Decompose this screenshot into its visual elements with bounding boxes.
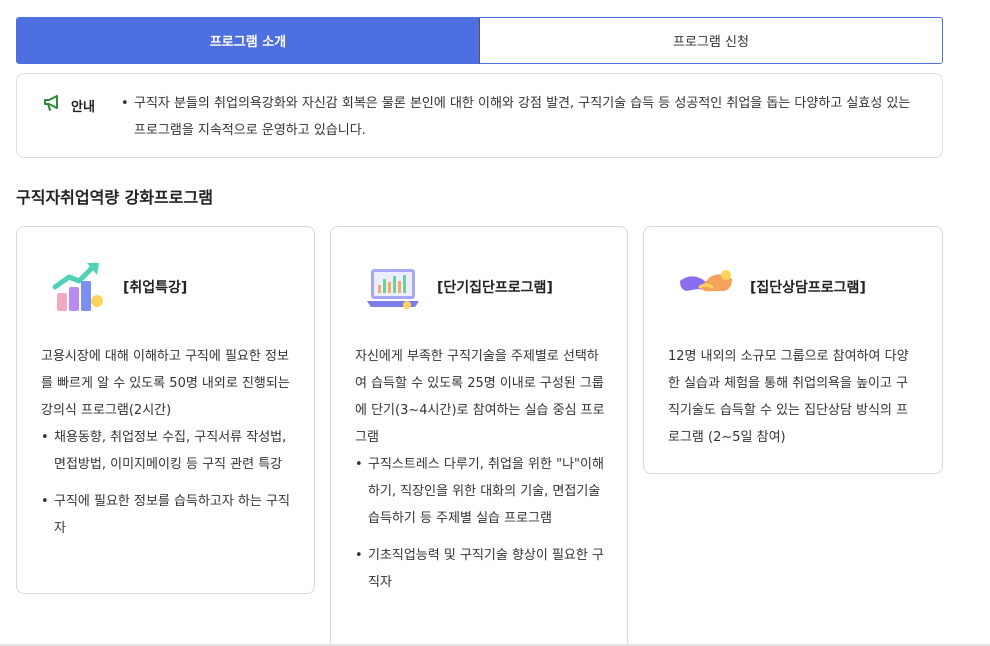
list-item: 기초직업능력 및 구직기술 향상이 필요한 구직자 (355, 542, 605, 596)
program-card-lecture: [취업특강] 고용시장에 대해 이해하고 구직에 필요한 정보를 빠르게 알 수… (16, 226, 315, 594)
notice-text: 구직자 분들의 취업의욕강화와 자신감 회복은 물론 본인에 대한 이해와 강점… (121, 90, 921, 144)
notice-box: 안내 구직자 분들의 취업의욕강화와 자신감 회복은 물론 본인에 대한 이해와… (16, 73, 943, 158)
handshake-icon (676, 257, 736, 317)
notice-label: 안내 (43, 94, 95, 116)
card-title: [취업특강] (123, 280, 188, 296)
notice-label-text: 안내 (71, 99, 95, 115)
list-item: 구직에 필요한 정보를 습득하고자 하는 구직자 (41, 488, 292, 542)
card-description: 자신에게 부족한 구직기술을 주제별로 선택하여 습득할 수 있도록 25명 이… (355, 349, 605, 445)
tab-program-intro[interactable]: 프로그램 소개 (17, 18, 479, 63)
card-bullets: 채용동향, 취업정보 수집, 구직서류 작성법, 면접방법, 이미지메이킹 등 … (41, 424, 292, 542)
list-item: 채용동향, 취업정보 수집, 구직서류 작성법, 면접방법, 이미지메이킹 등 … (41, 424, 292, 478)
card-description: 고용시장에 대해 이해하고 구직에 필요한 정보를 빠르게 알 수 있도록 50… (41, 349, 290, 418)
card-title: [단기집단프로그램] (437, 280, 553, 296)
program-card-short-group: [단기집단프로그램] 자신에게 부족한 구직기술을 주제별로 선택하여 습득할 … (330, 226, 628, 646)
program-card-group-counseling: [집단상담프로그램] 12명 내외의 소규모 그룹으로 참여하여 다양한 실습과… (643, 226, 943, 474)
tab-program-apply[interactable]: 프로그램 신청 (479, 18, 942, 63)
list-item: 구직스트레스 다루기, 취업을 위한 "나"이해하기, 직장인을 위한 대화의 … (355, 451, 605, 532)
laptop-chart-icon (363, 257, 423, 317)
megaphone-icon (43, 94, 63, 116)
growth-chart-icon (49, 257, 109, 317)
card-description: 12명 내외의 소규모 그룹으로 참여하여 다양한 실습과 체험을 통해 취업의… (668, 349, 909, 445)
section-title: 구직자취업역량 강화프로그램 (16, 188, 213, 207)
card-title: [집단상담프로그램] (750, 280, 866, 296)
card-bullets: 구직스트레스 다루기, 취업을 위한 "나"이해하기, 직장인을 위한 대화의 … (355, 451, 605, 596)
program-tabs: 프로그램 소개 프로그램 신청 (16, 17, 943, 64)
